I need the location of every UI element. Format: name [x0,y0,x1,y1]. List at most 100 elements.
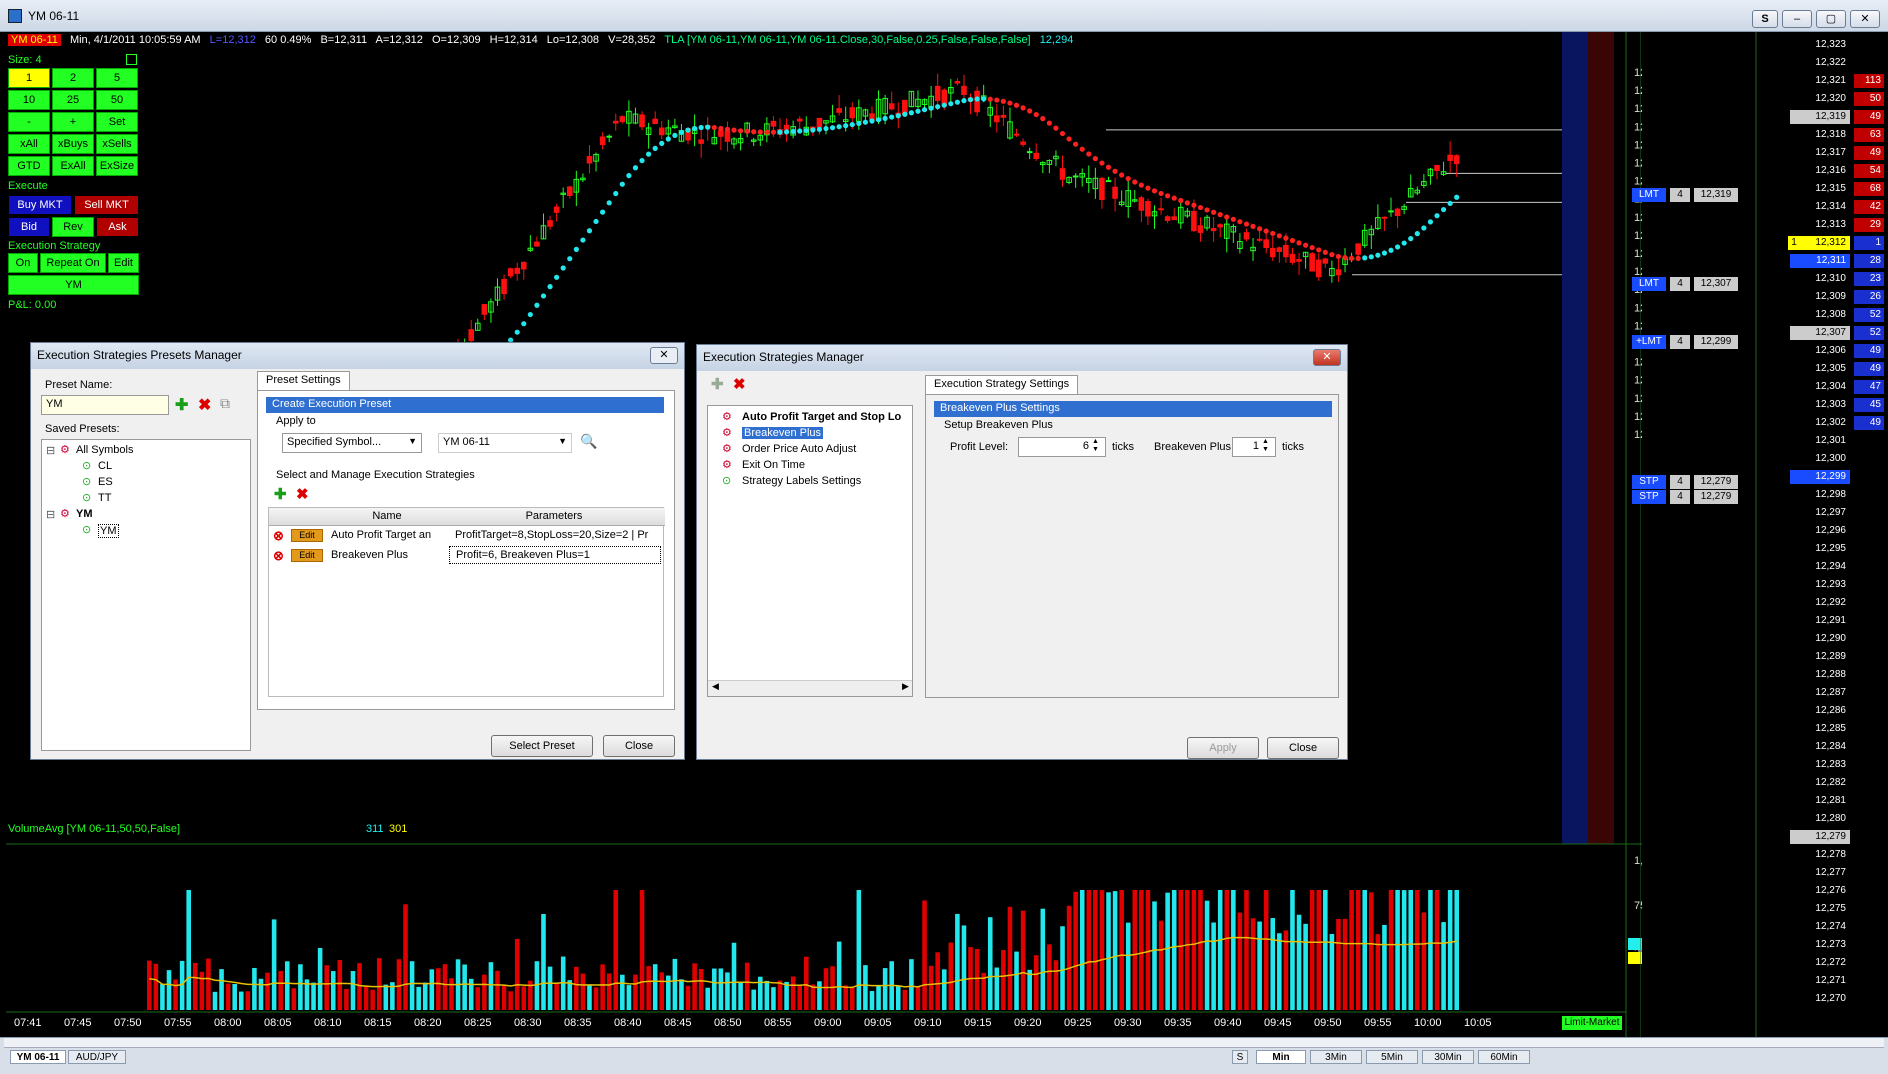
ladder-price[interactable]: 12,309 [1790,290,1850,304]
remove-strategy-icon[interactable]: ✖ [296,485,309,503]
bid-button[interactable]: Bid [8,217,50,237]
ladder-price[interactable]: 12,307 [1790,326,1850,340]
tab-aud-jpy[interactable]: AUD/JPY [68,1050,126,1064]
ladder-price[interactable]: 12,277 [1790,866,1850,880]
ladder-price[interactable]: 12,284 [1790,740,1850,754]
ladder-price[interactable]: 12,285 [1790,722,1850,736]
ladder-volume[interactable]: 50 [1854,92,1884,106]
order-type-label[interactable]: LMT [1632,188,1666,202]
grid-cell-name[interactable]: Breakeven Plus [331,549,445,561]
ladder-volume[interactable]: 54 [1854,164,1884,178]
list-hscrollbar[interactable] [708,680,912,696]
ladder-price[interactable]: 12,308 [1790,308,1850,322]
interval-60min[interactable]: 60Min [1478,1050,1530,1064]
order-type-label[interactable]: STP [1632,490,1666,504]
gtd-button[interactable]: GTD [8,156,50,176]
size-1-button[interactable]: 1 [8,68,50,88]
ladder-price[interactable]: 12,286 [1790,704,1850,718]
ladder-volume[interactable]: 29 [1854,218,1884,232]
ladder-volume[interactable]: 63 [1854,128,1884,142]
ladder-price[interactable]: 12,289 [1790,650,1850,664]
close-all-button[interactable]: xAll [8,134,50,154]
ladder-volume[interactable]: 23 [1854,272,1884,286]
symbol-lookup-icon[interactable]: 🔍 [580,433,597,450]
close-buys-button[interactable]: xBuys [52,134,94,154]
ladder-price[interactable]: 12,280 [1790,812,1850,826]
sell-market-button[interactable]: Sell MKT [74,195,139,215]
ladder-price[interactable]: 12,281 [1790,794,1850,808]
order-type-label[interactable]: LMT [1632,277,1666,291]
close-sells-button[interactable]: xSells [96,134,138,154]
list-item-breakeven-plus[interactable]: Breakeven Plus [742,427,824,439]
ladder-price[interactable]: 12,305 [1790,362,1850,376]
list-item-exit-on-time[interactable]: Exit On Time [742,459,805,471]
tab-strategy-settings[interactable]: Execution Strategy Settings [925,375,1079,395]
ladder-volume[interactable]: 42 [1854,200,1884,214]
minimize-button[interactable]: – [1782,10,1812,28]
order-price-label[interactable]: 12,319 [1694,188,1738,202]
ladder-price[interactable]: 12,296 [1790,524,1850,538]
delete-icon[interactable]: ✖ [198,395,211,415]
ladder-price[interactable]: 12,288 [1790,668,1850,682]
ladder-price[interactable]: 12,290 [1790,632,1850,646]
breakeven-plus-input[interactable]: 1 [1232,437,1276,457]
ladder-price[interactable]: 12,272 [1790,956,1850,970]
ladder-price[interactable]: 12,275 [1790,902,1850,916]
ladder-volume[interactable]: 28 [1854,254,1884,268]
ladder-volume[interactable]: 1 [1854,236,1884,250]
breakeven-spinner-icon[interactable]: ▲ ▼ [1262,438,1269,454]
tree-node-all-symbols[interactable]: All Symbols [76,444,133,456]
size-25-button[interactable]: 25 [52,90,94,110]
strategy-preset-button[interactable]: YM [8,275,139,295]
apply-to-select[interactable]: Specified Symbol... ▼ [282,433,422,453]
list-item-labels-settings[interactable]: Strategy Labels Settings [742,475,861,487]
ladder-price[interactable]: 12,304 [1790,380,1850,394]
ladder-volume[interactable]: 49 [1854,146,1884,160]
ladder-price[interactable]: 12,302 [1790,416,1850,430]
ladder-price[interactable]: 12,311 [1790,254,1850,268]
ladder-price[interactable]: 12,317 [1790,146,1850,160]
ladder-price[interactable]: 12,283 [1790,758,1850,772]
presets-close-button[interactable]: Close [603,735,675,757]
size-plus-button[interactable]: + [52,112,94,132]
ladder-volume[interactable]: 52 [1854,326,1884,340]
buy-market-button[interactable]: Buy MKT [8,195,72,215]
ladder-price[interactable]: 12,322 [1790,56,1850,70]
ladder-price[interactable]: 12,323 [1790,38,1850,52]
ladder-price[interactable]: 12,314 [1790,200,1850,214]
edit-row-button[interactable]: Edit [291,529,323,542]
ladder-price[interactable]: 12,319 [1790,110,1850,124]
ladder-price[interactable]: 12,274 [1790,920,1850,934]
add-strategy-icon[interactable]: ✚ [274,485,287,503]
tree-collapse-icon[interactable]: ⊟ [46,444,55,457]
order-price-label[interactable]: 12,299 [1694,335,1738,349]
limit-market-toggle[interactable]: Limit-Market [1562,1016,1622,1030]
ladder-volume[interactable]: 49 [1854,362,1884,376]
exit-size-button[interactable]: ExSize [96,156,138,176]
order-price-label[interactable]: 12,307 [1694,277,1738,291]
tab-preset-settings[interactable]: Preset Settings [257,371,350,391]
interval-s-button[interactable]: S [1232,1050,1248,1064]
ladder-price[interactable]: 12,301 [1790,434,1850,448]
strategy-edit-button[interactable]: Edit [108,253,139,273]
order-type-label[interactable]: STP [1632,475,1666,489]
size-minus-button[interactable]: - [8,112,50,132]
order-qty-label[interactable]: 4 [1670,188,1690,202]
interval-5min[interactable]: 5Min [1366,1050,1418,1064]
remove-row-icon[interactable]: ⊗ [273,548,284,564]
ladder-price[interactable]: 12,295 [1790,542,1850,556]
remove-row-icon[interactable]: ⊗ [273,528,284,544]
ladder-price[interactable]: 12,287 [1790,686,1850,700]
ladder-price[interactable]: 12,298 [1790,488,1850,502]
list-item-order-price[interactable]: Order Price Auto Adjust [742,443,856,455]
chart-hscrollbar[interactable] [4,1038,1884,1048]
select-preset-button[interactable]: Select Preset [491,735,593,757]
ladder-volume[interactable]: 52 [1854,308,1884,322]
size-10-button[interactable]: 10 [8,90,50,110]
grid-header-name[interactable]: Name [327,510,447,522]
tree-node-ym-group[interactable]: YM [76,508,93,520]
close-window-button[interactable]: ✕ [1850,10,1880,28]
panel-toggle-icon[interactable] [126,54,137,65]
add-strategy-icon[interactable]: ✚ [711,375,724,393]
ladder-price[interactable]: 12,306 [1790,344,1850,358]
